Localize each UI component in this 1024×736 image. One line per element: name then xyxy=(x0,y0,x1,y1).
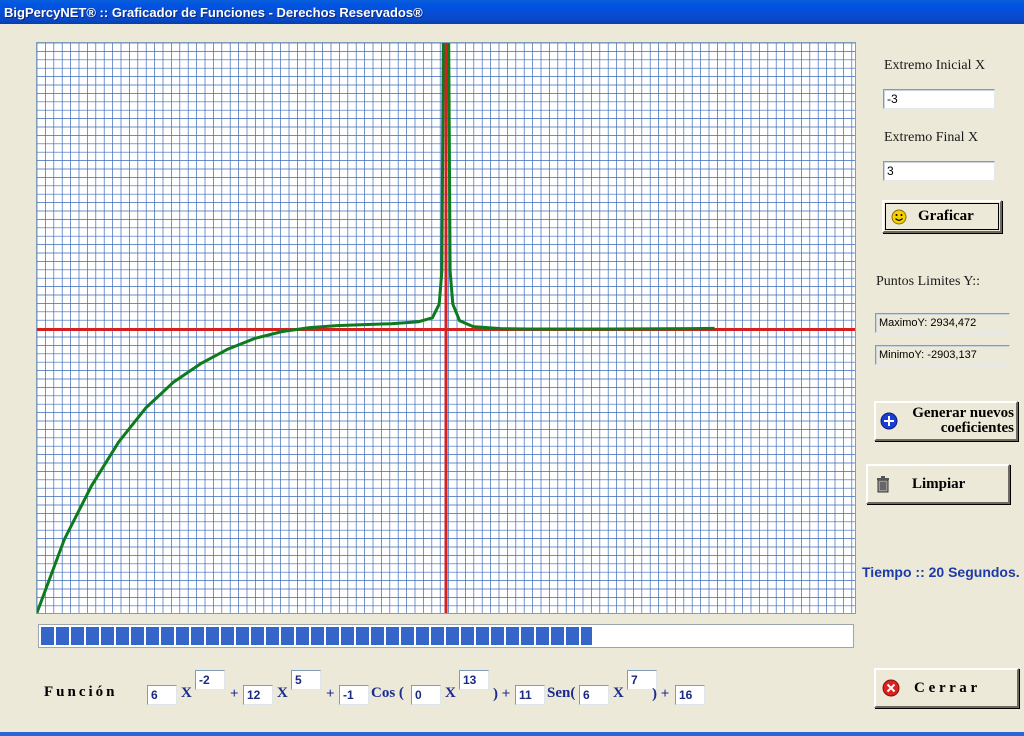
plus-circle-icon xyxy=(880,412,898,430)
time-label: Tiempo :: 20 Segundos. xyxy=(862,564,1020,580)
coef-input-1[interactable]: 6 xyxy=(147,685,177,705)
clear-button[interactable]: Limpiar xyxy=(866,464,1010,504)
cos-label: Cos ( xyxy=(371,685,404,701)
coef-input-3[interactable]: -1 xyxy=(339,685,369,705)
title-bar: BigPercyNET® :: Graficador de Funciones … xyxy=(0,0,1024,24)
close-paren-2: ) + xyxy=(652,686,670,702)
min-y-field: MinimoY: -2903,137 xyxy=(875,345,1010,365)
x-end-input[interactable]: 3 xyxy=(883,161,995,181)
coef-input-2[interactable]: 12 xyxy=(243,685,273,705)
x-symbol-2: X xyxy=(277,685,288,701)
taskbar-edge xyxy=(0,732,1024,736)
coef-input-4[interactable]: 0 xyxy=(411,685,441,705)
function-graph xyxy=(37,43,855,613)
function-curve-segment-1 xyxy=(37,43,445,613)
new-coefficients-line2: coeficientes xyxy=(940,420,1014,436)
y-limits-label: Puntos Limites Y:: xyxy=(876,274,980,289)
smiley-icon xyxy=(890,208,908,226)
window-title: BigPercyNET® :: Graficador de Funciones … xyxy=(4,4,423,20)
trash-icon xyxy=(874,475,892,493)
x-symbol-1: X xyxy=(181,685,192,701)
close-button[interactable]: C e r r a r xyxy=(874,668,1019,708)
x-symbol-4: X xyxy=(613,685,624,701)
close-button-label: C e r r a r xyxy=(914,679,978,696)
max-y-field: MaximoY: 2934,472 xyxy=(875,313,1010,333)
x-end-label: Extremo Final X xyxy=(884,130,979,145)
plot-button-label: Graficar xyxy=(918,208,974,224)
plus-sign-1: + xyxy=(230,686,239,702)
new-coefficients-button[interactable]: Generar nuevos coeficientes xyxy=(874,401,1018,441)
new-coefficients-line1: Generar nuevos xyxy=(912,405,1014,421)
clear-button-label: Limpiar xyxy=(912,475,966,492)
close-icon xyxy=(882,679,900,697)
close-paren-1: ) + xyxy=(493,686,511,702)
exponent-input-1[interactable]: -2 xyxy=(195,670,225,690)
coef-input-7[interactable]: 16 xyxy=(675,685,705,705)
new-coefficients-label: Generar nuevos coeficientes xyxy=(902,406,1014,436)
progress-fill xyxy=(41,627,592,645)
x-start-input[interactable]: -3 xyxy=(883,89,995,109)
plot-button[interactable]: Graficar xyxy=(882,200,1002,233)
exponent-input-2[interactable]: 5 xyxy=(291,670,321,690)
plot-area xyxy=(36,42,856,614)
coef-input-6[interactable]: 6 xyxy=(579,685,609,705)
x-start-label: Extremo Inicial X xyxy=(884,58,986,73)
progress-bar xyxy=(38,624,854,648)
plus-sign-2: + xyxy=(326,686,335,702)
function-label: Función xyxy=(44,684,118,700)
x-symbol-3: X xyxy=(445,685,456,701)
sen-label: Sen( xyxy=(547,685,576,701)
exponent-input-3[interactable]: 13 xyxy=(459,670,489,690)
coef-input-5[interactable]: 11 xyxy=(515,685,545,705)
